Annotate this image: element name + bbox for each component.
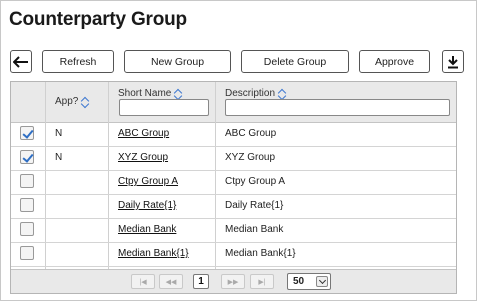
next-page-button[interactable]: ▶▶ — [221, 274, 245, 289]
first-page-button[interactable]: |◀ — [131, 274, 155, 289]
download-button[interactable] — [442, 50, 464, 73]
table-row[interactable]: N XYZ Group XYZ Group — [11, 146, 456, 171]
refresh-button[interactable]: Refresh — [42, 50, 114, 73]
row-select-checkbox[interactable] — [20, 198, 34, 212]
arrow-left-icon — [13, 55, 28, 68]
approve-button[interactable]: Approve — [359, 50, 430, 73]
column-header-approved[interactable]: App? — [55, 96, 90, 107]
row-select-checkbox[interactable] — [20, 126, 34, 140]
column-header-short-name-label: Short Name — [118, 88, 172, 99]
column-header-description[interactable]: Description — [225, 88, 287, 99]
cell-short-name-link[interactable]: Median Bank — [118, 224, 176, 235]
row-select-checkbox[interactable] — [20, 222, 34, 236]
column-header-approved-label: App? — [55, 96, 79, 107]
row-select-checkbox[interactable] — [20, 150, 34, 164]
cell-short-name-link[interactable]: Ctpy Group A — [118, 176, 178, 187]
checkmark-icon — [22, 127, 34, 139]
row-select-checkbox[interactable] — [20, 246, 34, 260]
delete-group-button[interactable]: Delete Group — [241, 50, 349, 73]
cell-description: Median Bank{1} — [225, 248, 296, 259]
back-button[interactable] — [10, 50, 32, 73]
table-row[interactable]: Ctpy Group A Ctpy Group A — [11, 170, 456, 195]
previous-page-button[interactable]: ◀◀ — [159, 274, 183, 289]
table-row[interactable]: Daily Rate{1} Daily Rate{1} — [11, 194, 456, 219]
table-row[interactable]: Median Bank Median Bank — [11, 218, 456, 243]
cell-approved: N — [55, 152, 63, 163]
download-icon — [448, 55, 458, 68]
checkmark-icon — [22, 151, 34, 163]
cell-short-name-link[interactable]: ABC Group — [118, 128, 169, 139]
cell-description: Ctpy Group A — [225, 176, 286, 187]
cell-short-name-link[interactable]: XYZ Group — [118, 152, 168, 163]
table-row[interactable]: N ABC Group ABC Group — [11, 122, 456, 147]
column-header-description-label: Description — [225, 88, 276, 99]
cell-description: Daily Rate{1} — [225, 200, 284, 211]
cell-short-name-link[interactable]: Daily Rate{1} — [118, 200, 176, 211]
current-page-button[interactable]: 1 — [193, 274, 209, 289]
page-size-select[interactable]: 50 — [287, 273, 331, 290]
row-select-checkbox[interactable] — [20, 174, 34, 188]
grid-pager: |◀ ◀◀ 1 ▶▶ ▶| 50 — [11, 269, 456, 293]
table-row[interactable]: Median Bank{1} Median Bank{1} — [11, 242, 456, 267]
column-header-short-name[interactable]: Short Name — [118, 88, 183, 99]
cell-description: XYZ Group — [225, 152, 276, 163]
sort-icon[interactable] — [175, 88, 183, 99]
last-page-button[interactable]: ▶| — [250, 274, 274, 289]
counterparty-group-grid: App? Short Name Description N ABC Group AB… — [10, 81, 457, 294]
cell-approved: N — [55, 128, 63, 139]
sort-icon[interactable] — [82, 96, 90, 107]
chevron-down-icon[interactable] — [316, 276, 328, 287]
cell-short-name-link[interactable]: Median Bank{1} — [118, 248, 189, 259]
new-group-button[interactable]: New Group — [124, 50, 231, 73]
description-filter-input[interactable] — [225, 99, 450, 116]
cell-description: ABC Group — [225, 128, 277, 139]
page-title: Counterparty Group — [9, 9, 187, 30]
counterparty-group-panel: Counterparty Group Refresh New Group Del… — [0, 0, 477, 301]
grid-header: App? Short Name Description — [11, 82, 456, 123]
short-name-filter-input[interactable] — [119, 99, 209, 116]
page-size-value: 50 — [293, 276, 305, 287]
sort-icon[interactable] — [279, 88, 287, 99]
cell-description: Median Bank — [225, 224, 284, 235]
